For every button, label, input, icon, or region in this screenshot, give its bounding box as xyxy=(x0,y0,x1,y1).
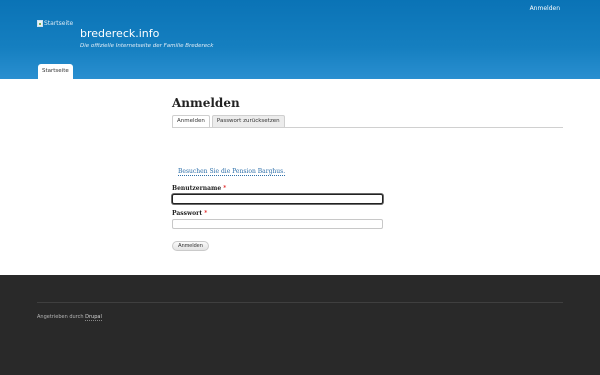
main-content: Anmelden Anmelden Passwort zurücksetzen … xyxy=(0,79,600,275)
pension-barghus-link[interactable]: Besuchen Sie die Pension Barghus. xyxy=(178,168,286,176)
username-label: Benutzername * xyxy=(172,185,226,192)
user-menu-login-link[interactable]: Anmelden xyxy=(530,5,560,12)
password-input[interactable] xyxy=(172,219,383,229)
logo-alt-text: Startseite xyxy=(44,20,74,27)
site-slogan: Die offizielle Internetseite der Familie… xyxy=(80,43,214,49)
password-label-text: Passwort xyxy=(172,210,203,217)
powered-by-text: Angetrieben durch xyxy=(37,314,84,320)
site-footer: Angetrieben durch Drupal xyxy=(0,275,600,375)
site-name-link[interactable]: bredereck.info xyxy=(80,27,159,40)
username-label-text: Benutzername xyxy=(172,185,222,192)
site-header: Anmelden Startseite bredereck.info Die o… xyxy=(0,0,600,79)
nav-tab-startseite[interactable]: Startseite xyxy=(38,64,73,79)
drupal-link[interactable]: Drupal xyxy=(85,314,102,321)
login-submit-button[interactable]: Anmelden xyxy=(172,241,209,251)
username-input[interactable] xyxy=(172,194,383,204)
required-marker: * xyxy=(223,185,227,192)
broken-image-icon xyxy=(37,20,43,27)
site-logo[interactable]: Startseite xyxy=(37,20,73,27)
page-title: Anmelden xyxy=(172,96,240,110)
required-marker: * xyxy=(204,210,208,217)
tabs-divider xyxy=(172,127,563,128)
password-label: Passwort * xyxy=(172,210,207,217)
powered-by: Angetrieben durch Drupal xyxy=(37,314,102,321)
footer-divider xyxy=(37,302,563,303)
